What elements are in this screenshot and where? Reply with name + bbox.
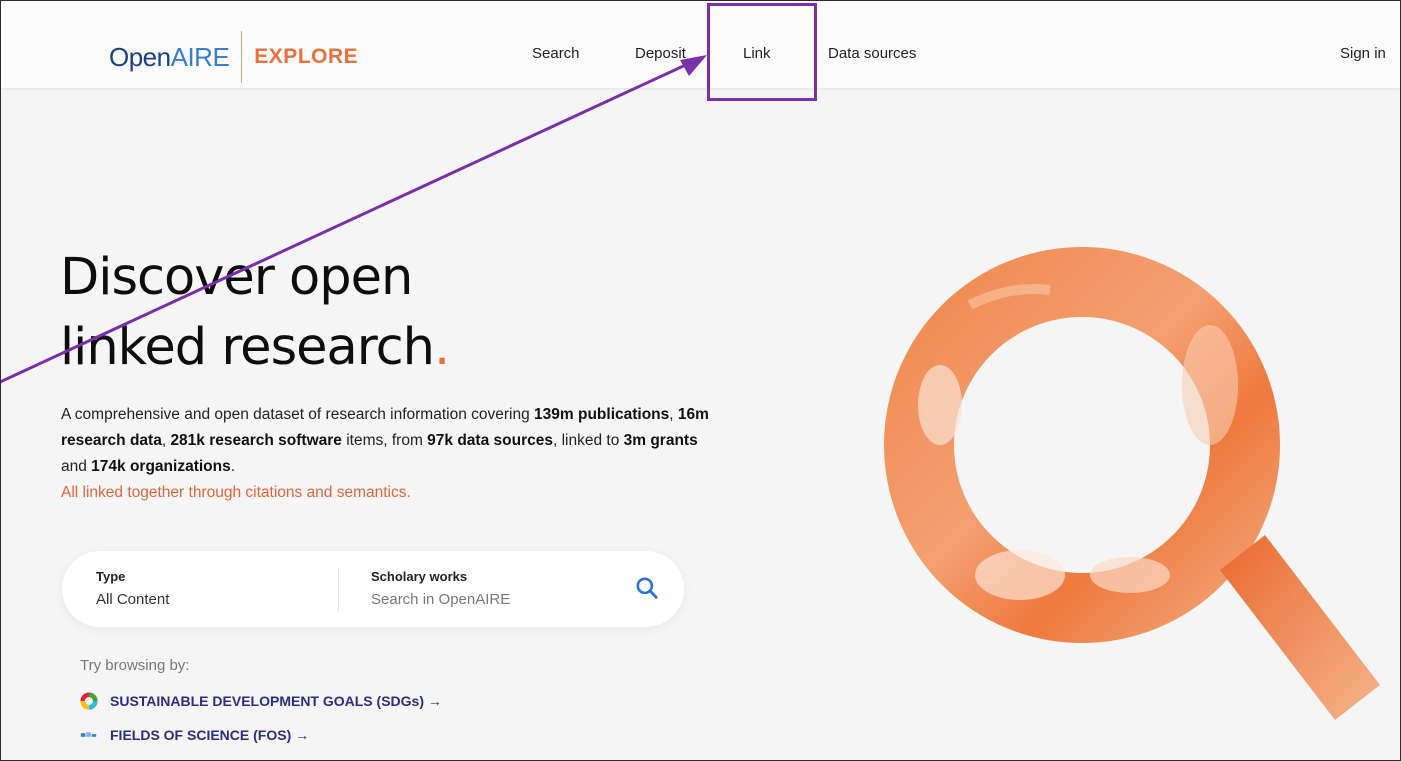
annotation-arrow	[0, 55, 707, 384]
